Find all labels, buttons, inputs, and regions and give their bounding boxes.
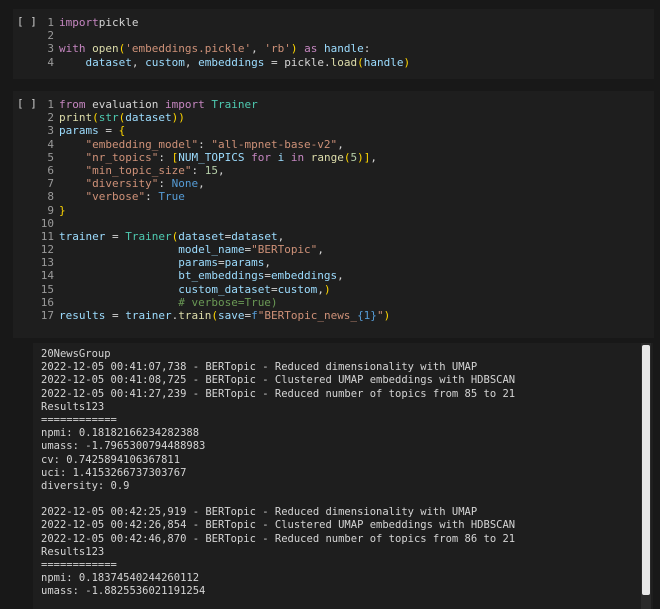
line-number: 10 bbox=[40, 216, 54, 230]
line-code: from evaluation import Trainer bbox=[59, 98, 258, 111]
output-line: Results123 bbox=[41, 400, 105, 413]
line-number: 15 bbox=[40, 282, 54, 296]
line-code: trainer = Trainer(dataset=dataset, bbox=[59, 229, 285, 243]
line-number: 1 bbox=[47, 16, 54, 29]
output-text: 20NewsGroup 2022-12-05 00:41:07,738 - BER… bbox=[33, 348, 515, 599]
line-code: params=params, bbox=[178, 256, 271, 270]
line-number: 5 bbox=[47, 150, 54, 164]
output-scrollbar[interactable] bbox=[641, 343, 651, 609]
line-code: model_name="BERTopic", bbox=[178, 243, 324, 257]
line-number: 11 bbox=[40, 229, 54, 243]
output-line: ============ bbox=[41, 559, 117, 571]
line-number: 4 bbox=[47, 137, 54, 151]
output-line: npmi: 0.18182166234282388 bbox=[41, 427, 200, 440]
line-number: 7 bbox=[47, 177, 54, 191]
output-line: Results123 bbox=[41, 545, 105, 558]
output-line: cv: 0.7425894106367811 bbox=[41, 453, 181, 466]
line-number: 8 bbox=[47, 190, 54, 204]
output-line: diversity: 0.9 bbox=[41, 479, 130, 492]
line-code: bt_embeddings=embeddings, bbox=[178, 269, 344, 283]
line-number: 3 bbox=[47, 42, 54, 56]
line-number: 16 bbox=[40, 295, 54, 309]
line-code: custom_dataset=custom,) bbox=[178, 282, 331, 296]
output-line: 2022-12-05 00:42:26,854 - BERTopic - Clu… bbox=[41, 519, 516, 532]
line-code: importpickle bbox=[59, 16, 139, 29]
line-number: 13 bbox=[40, 256, 54, 270]
line-code: "verbose": True bbox=[85, 190, 185, 204]
output-line: ============ bbox=[41, 413, 117, 426]
scrollbar-thumb[interactable] bbox=[642, 345, 650, 595]
output-line: umass: -1.8825536021191254 bbox=[41, 585, 206, 598]
line-code: "embedding_model": "all-mpnet-base-v2", bbox=[85, 137, 344, 151]
line-code: "nr_topics": [NUM_TOPICS for i in range(… bbox=[85, 150, 377, 164]
output-line: npmi: 0.18374540244260112 bbox=[41, 572, 200, 585]
line-number: 9 bbox=[47, 203, 54, 217]
code-cell-1[interactable]: [ ] 1 importpickle 2 3 with open('embeddings… bbox=[13, 9, 654, 79]
output-line: 2022-12-05 00:41:08,725 - BERTopic - Clu… bbox=[41, 374, 516, 387]
output-line: 2022-12-05 00:42:25,919 - BERTopic - Red… bbox=[41, 506, 478, 519]
line-number: 12 bbox=[40, 243, 54, 257]
line-number: 2 bbox=[47, 29, 54, 43]
output-line: uci: 1.4153266737303767 bbox=[41, 466, 187, 479]
line-number: 1 bbox=[47, 98, 54, 111]
code-cell-2[interactable]: [ ] 1 from evaluation import Trainer 2 prin… bbox=[13, 91, 654, 338]
line-number: 6 bbox=[47, 163, 54, 177]
cell-output: 20NewsGroup 2022-12-05 00:41:07,738 - BER… bbox=[33, 343, 653, 609]
output-line: umass: -1.7965300794488983 bbox=[41, 440, 206, 453]
line-number: 3 bbox=[47, 124, 54, 138]
line-code: } bbox=[59, 203, 66, 217]
line-code: "min_topic_size": 15, bbox=[85, 163, 225, 177]
line-number: 2 bbox=[47, 111, 54, 125]
line-number: 4 bbox=[47, 55, 54, 69]
line-code: dataset, custom, embeddings = pickle.loa… bbox=[85, 55, 411, 69]
line-number: 14 bbox=[40, 269, 54, 283]
output-line: 2022-12-05 00:41:27,239 - BERTopic - Red… bbox=[41, 387, 516, 400]
line-code: results = trainer.train(save=f"BERTopic_… bbox=[59, 309, 391, 322]
line-code: "diversity": None, bbox=[85, 177, 205, 191]
output-line: 2022-12-05 00:41:07,738 - BERTopic - Red… bbox=[41, 361, 478, 374]
line-number: 17 bbox=[40, 309, 54, 322]
line-code: with open('embeddings.pickle', 'rb') as … bbox=[59, 42, 371, 56]
line-code: print(str(dataset)) bbox=[59, 111, 185, 125]
output-line: 2022-12-05 00:42:46,870 - BERTopic - Red… bbox=[41, 532, 516, 545]
line-code: params = { bbox=[59, 124, 126, 138]
line-code: # verbose=True) bbox=[178, 295, 278, 309]
output-line: 20NewsGroup bbox=[41, 348, 111, 360]
